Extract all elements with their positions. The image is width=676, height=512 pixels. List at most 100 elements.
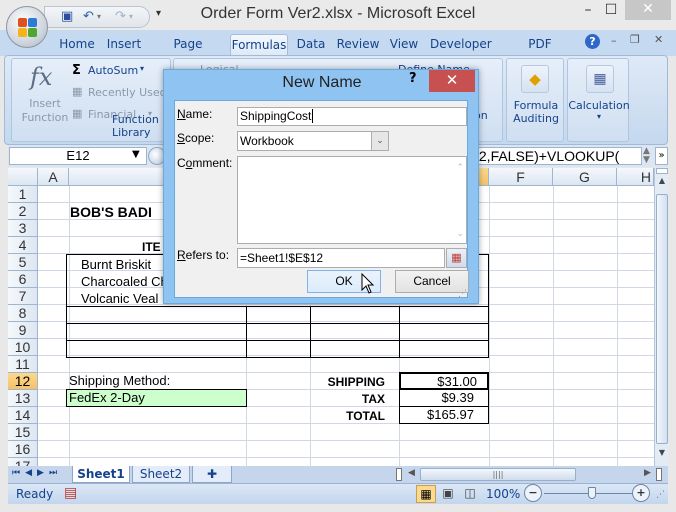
cell-e12-selected[interactable]: $31.00 xyxy=(399,372,489,390)
comment-scroll-up-icon[interactable]: ⌃ xyxy=(456,159,464,175)
ribbon-restore-button[interactable]: ❐ xyxy=(630,33,640,46)
column-header-g[interactable]: G xyxy=(553,168,617,186)
cell-d14[interactable]: TOTAL xyxy=(314,408,385,424)
cell-e14-box[interactable]: $165.97 xyxy=(399,406,489,424)
close-button[interactable]: ✕ xyxy=(625,0,671,20)
select-all-corner[interactable] xyxy=(8,168,38,186)
row-header-6[interactable]: 6 xyxy=(8,271,38,288)
name-input[interactable]: ShippingCost xyxy=(237,107,467,126)
formula-input[interactable]: ,2,FALSE)+VLOOKUP( xyxy=(472,147,642,165)
formula-auditing-group[interactable]: ◆ Formula Auditing xyxy=(506,58,564,142)
maximize-button[interactable]: ☐ xyxy=(603,2,619,20)
tab-developer[interactable]: Developer xyxy=(430,34,492,56)
col-d-border xyxy=(310,306,311,358)
column-header-a[interactable]: A xyxy=(38,168,69,186)
column-header-e[interactable] xyxy=(478,168,489,186)
page-layout-view-icon[interactable]: ▣ xyxy=(438,485,458,503)
page-break-view-icon[interactable]: ◫ xyxy=(460,485,480,503)
row-header-15[interactable]: 15 xyxy=(8,424,38,441)
minimize-button[interactable]: – xyxy=(580,2,596,20)
macro-record-icon[interactable]: ▤ xyxy=(64,485,77,501)
recently-used-button[interactable]: Recently Used xyxy=(88,86,167,99)
zoom-in-icon[interactable]: + xyxy=(632,484,650,502)
column-header-h[interactable]: H xyxy=(617,168,654,186)
name-box[interactable]: E12 xyxy=(9,147,147,165)
autosum-dropdown-icon[interactable]: ▾ xyxy=(140,64,144,73)
comment-textarea[interactable]: ⌃ ⌄ xyxy=(237,156,467,244)
zoom-level[interactable]: 100% xyxy=(486,487,520,501)
insert-sheet-icon[interactable]: ✚ xyxy=(192,466,232,483)
ribbon-close-button[interactable]: ✕ xyxy=(654,33,663,46)
scroll-left-icon[interactable]: ◀ xyxy=(408,468,415,478)
dialog-help-button[interactable]: ? xyxy=(409,71,423,86)
dialog-close-button[interactable]: ✕ xyxy=(429,70,475,92)
row-header-12[interactable]: 12 xyxy=(8,373,38,390)
vertical-scrollbar[interactable]: ▲ ▼ xyxy=(654,168,668,466)
split-box[interactable] xyxy=(656,168,668,174)
row-header-5[interactable]: 5 xyxy=(8,254,38,271)
dialog-resize-grip-icon[interactable]: ⋰ xyxy=(458,289,467,299)
scroll-down-icon[interactable]: ▼ xyxy=(656,448,668,464)
zoom-out-icon[interactable]: − xyxy=(524,484,542,502)
cell-b12[interactable]: Shipping Method: xyxy=(69,373,170,389)
insert-function-button[interactable]: fx Insert Function xyxy=(16,61,74,124)
cell-b7[interactable]: Volcanic Veal xyxy=(81,291,158,307)
autosum-button[interactable]: AutoSum xyxy=(88,64,138,77)
office-button[interactable] xyxy=(6,6,48,48)
help-icon[interactable]: ? xyxy=(585,34,600,49)
resize-grip-icon[interactable]: ⋰ xyxy=(656,490,665,500)
scope-dropdown-icon[interactable]: ⌄ xyxy=(371,132,388,150)
row-header-2[interactable]: 2 xyxy=(8,203,38,220)
expand-formula-bar-icon[interactable]: » xyxy=(655,147,668,165)
column-header-f[interactable]: F xyxy=(489,168,553,186)
refers-to-input[interactable]: =Sheet1!$E$12 xyxy=(237,248,445,268)
vertical-scroll-thumb[interactable] xyxy=(656,194,668,444)
cell-e13-box[interactable]: $9.39 xyxy=(399,389,489,407)
tab-split-handle[interactable] xyxy=(396,468,402,481)
scroll-up-icon[interactable]: ▲ xyxy=(656,176,668,192)
sheet-tab-sheet2[interactable]: Sheet2 xyxy=(132,466,190,483)
row-header-14[interactable]: 14 xyxy=(8,407,38,424)
tab-formulas[interactable]: Formulas xyxy=(230,34,288,56)
row-header-1[interactable]: 1 xyxy=(8,186,38,203)
row-header-10[interactable]: 10 xyxy=(8,339,38,356)
row-header-3[interactable]: 3 xyxy=(8,220,38,237)
gridline-row xyxy=(38,440,654,441)
row-header-17[interactable]: 17 xyxy=(8,458,38,466)
tab-review[interactable]: Review xyxy=(336,34,380,56)
tab-data[interactable]: Data xyxy=(294,34,328,56)
zoom-slider-thumb[interactable] xyxy=(588,487,596,499)
tab-home[interactable]: Home xyxy=(56,34,98,56)
tab-page-layout[interactable]: Page Layout xyxy=(152,34,224,71)
comment-scroll-down-icon[interactable]: ⌄ xyxy=(456,225,464,241)
row-header-13[interactable]: 13 xyxy=(8,390,38,407)
sheet-tab-sheet1[interactable]: Sheet1 xyxy=(72,466,130,483)
row-header-8[interactable]: 8 xyxy=(8,305,38,322)
cell-b6[interactable]: Charcoaled Ch xyxy=(81,274,168,290)
row-header-4[interactable]: 4 xyxy=(8,237,38,254)
scope-select[interactable]: Workbook ⌄ xyxy=(237,131,389,151)
cell-b13-box[interactable]: FedEx 2-Day xyxy=(66,389,247,407)
row-header-16[interactable]: 16 xyxy=(8,441,38,458)
hscroll-split-handle[interactable] xyxy=(656,468,662,481)
tab-view[interactable]: View xyxy=(388,34,420,56)
horizontal-scroll-thumb[interactable]: |||| xyxy=(420,468,576,481)
cell-d12[interactable]: SHIPPING xyxy=(314,374,385,390)
tab-pdf-architect[interactable]: PDF Architect xyxy=(502,34,578,71)
row-header-11[interactable]: 11 xyxy=(8,356,38,373)
tab-insert[interactable]: Insert xyxy=(104,34,144,56)
formula-scroll-icon[interactable]: ▲ ▼ xyxy=(643,147,650,165)
sheet-nav-icons[interactable]: ⏮◀▶⏭ xyxy=(12,468,62,478)
normal-view-icon[interactable]: ▦ xyxy=(416,485,436,503)
name-box-dropdown-icon[interactable]: ▼ xyxy=(132,149,140,160)
cell-b5[interactable]: Burnt Briskit xyxy=(81,257,151,273)
row-header-9[interactable]: 9 xyxy=(8,322,38,339)
cell-b4[interactable]: ITE xyxy=(142,239,161,255)
calculation-group[interactable]: ▦ Calculation ▾ xyxy=(567,58,630,142)
cell-b2[interactable]: BOB'S BADI xyxy=(70,204,152,220)
cell-d13[interactable]: TAX xyxy=(314,391,385,407)
scroll-right-icon[interactable]: ▶ xyxy=(644,468,651,478)
ribbon-minimize-button[interactable]: – xyxy=(611,34,617,47)
collapse-dialog-icon[interactable]: ▦ xyxy=(446,248,467,268)
row-header-7[interactable]: 7 xyxy=(8,288,38,305)
